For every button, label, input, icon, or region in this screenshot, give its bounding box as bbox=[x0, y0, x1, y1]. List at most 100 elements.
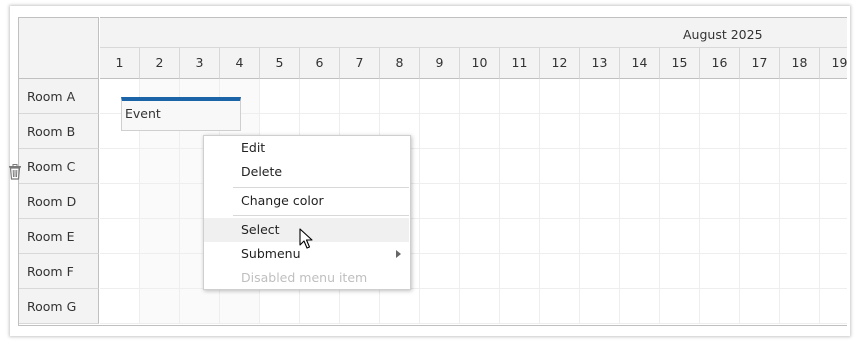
grid-cell[interactable] bbox=[100, 254, 140, 289]
grid-cell[interactable] bbox=[140, 289, 180, 324]
grid-cell[interactable] bbox=[500, 79, 540, 114]
grid-cell[interactable] bbox=[540, 254, 580, 289]
row-header[interactable]: Room G bbox=[19, 289, 99, 324]
grid-cell[interactable] bbox=[460, 149, 500, 184]
grid-cell[interactable] bbox=[740, 114, 780, 149]
grid-cell[interactable] bbox=[780, 114, 820, 149]
grid-cell[interactable] bbox=[500, 114, 540, 149]
grid-cell[interactable] bbox=[380, 289, 420, 324]
grid-cell[interactable] bbox=[620, 79, 660, 114]
grid-cell[interactable] bbox=[260, 79, 300, 114]
grid-cell[interactable] bbox=[700, 79, 740, 114]
grid-cell[interactable] bbox=[500, 219, 540, 254]
grid-cell[interactable] bbox=[660, 219, 700, 254]
grid-cell[interactable] bbox=[380, 79, 420, 114]
grid-cell[interactable] bbox=[820, 114, 847, 149]
grid-cell[interactable] bbox=[740, 289, 780, 324]
grid-cell[interactable] bbox=[420, 114, 460, 149]
grid-cell[interactable] bbox=[580, 79, 620, 114]
grid-cell[interactable] bbox=[700, 289, 740, 324]
grid-cell[interactable] bbox=[540, 149, 580, 184]
row-header[interactable]: Room C bbox=[19, 149, 99, 184]
grid-cell[interactable] bbox=[500, 289, 540, 324]
grid-cell[interactable] bbox=[460, 184, 500, 219]
grid-cell[interactable] bbox=[300, 79, 340, 114]
grid-cell[interactable] bbox=[460, 114, 500, 149]
grid-cell[interactable] bbox=[420, 219, 460, 254]
grid-cell[interactable] bbox=[660, 114, 700, 149]
grid-cell[interactable] bbox=[620, 114, 660, 149]
event-block[interactable]: Event bbox=[121, 97, 241, 131]
grid-cell[interactable] bbox=[820, 254, 847, 289]
grid-cell[interactable] bbox=[780, 79, 820, 114]
grid-cell[interactable] bbox=[500, 254, 540, 289]
row-header[interactable]: Room D bbox=[19, 184, 99, 219]
grid-cell[interactable] bbox=[500, 184, 540, 219]
grid-cell[interactable] bbox=[220, 289, 260, 324]
grid-cell[interactable] bbox=[140, 184, 180, 219]
menu-item-submenu[interactable]: Submenu bbox=[233, 242, 409, 266]
grid-cell[interactable] bbox=[620, 289, 660, 324]
grid-cell[interactable] bbox=[660, 289, 700, 324]
grid-cell[interactable] bbox=[780, 254, 820, 289]
grid-cell[interactable] bbox=[340, 79, 380, 114]
grid-cell[interactable] bbox=[540, 289, 580, 324]
grid-cell[interactable] bbox=[820, 219, 847, 254]
grid-cell[interactable] bbox=[140, 149, 180, 184]
menu-item-edit[interactable]: Edit bbox=[233, 136, 409, 160]
grid-cell[interactable] bbox=[820, 184, 847, 219]
grid-cell[interactable] bbox=[740, 79, 780, 114]
grid-cell[interactable] bbox=[780, 219, 820, 254]
grid-cell[interactable] bbox=[540, 114, 580, 149]
grid-cell[interactable] bbox=[740, 184, 780, 219]
grid-cell[interactable] bbox=[340, 289, 380, 324]
menu-item-change-color[interactable]: Change color bbox=[233, 189, 409, 213]
grid-cell[interactable] bbox=[820, 289, 847, 324]
row-header[interactable]: Room F bbox=[19, 254, 99, 289]
grid-cell[interactable] bbox=[580, 114, 620, 149]
grid-cell[interactable] bbox=[180, 289, 220, 324]
grid-cell[interactable] bbox=[260, 289, 300, 324]
grid-cell[interactable] bbox=[700, 184, 740, 219]
grid-cell[interactable] bbox=[580, 184, 620, 219]
grid-cell[interactable] bbox=[620, 219, 660, 254]
grid-cell[interactable] bbox=[420, 149, 460, 184]
grid-cell[interactable] bbox=[140, 254, 180, 289]
row-header[interactable]: Room E bbox=[19, 219, 99, 254]
row-header[interactable]: Room A bbox=[19, 79, 99, 114]
grid-cell[interactable] bbox=[580, 254, 620, 289]
grid-cell[interactable] bbox=[460, 289, 500, 324]
grid-cell[interactable] bbox=[540, 184, 580, 219]
grid-cell[interactable] bbox=[660, 254, 700, 289]
grid-cell[interactable] bbox=[780, 184, 820, 219]
menu-item-delete[interactable]: Delete bbox=[233, 160, 409, 184]
grid-cell[interactable] bbox=[700, 149, 740, 184]
grid-cell[interactable] bbox=[460, 219, 500, 254]
grid-cell[interactable] bbox=[420, 184, 460, 219]
grid-cell[interactable] bbox=[820, 149, 847, 184]
grid-cell[interactable] bbox=[580, 149, 620, 184]
grid-cell[interactable] bbox=[820, 79, 847, 114]
grid-cell[interactable] bbox=[460, 79, 500, 114]
grid-cell[interactable] bbox=[540, 79, 580, 114]
grid-cell[interactable] bbox=[500, 149, 540, 184]
grid-cell[interactable] bbox=[780, 289, 820, 324]
grid-cell[interactable] bbox=[420, 79, 460, 114]
grid-cell[interactable] bbox=[700, 219, 740, 254]
grid-cell[interactable] bbox=[420, 254, 460, 289]
grid-cell[interactable] bbox=[100, 149, 140, 184]
grid-cell[interactable] bbox=[660, 149, 700, 184]
grid-cell[interactable] bbox=[140, 219, 180, 254]
grid-cell[interactable] bbox=[420, 289, 460, 324]
grid-cell[interactable] bbox=[740, 149, 780, 184]
grid-cell[interactable] bbox=[700, 114, 740, 149]
grid-cell[interactable] bbox=[100, 184, 140, 219]
grid-cell[interactable] bbox=[580, 289, 620, 324]
grid-cell[interactable] bbox=[580, 219, 620, 254]
grid-cell[interactable] bbox=[740, 219, 780, 254]
grid-cell[interactable] bbox=[700, 254, 740, 289]
grid-cell[interactable] bbox=[740, 254, 780, 289]
grid-cell[interactable] bbox=[100, 219, 140, 254]
grid-cell[interactable] bbox=[780, 149, 820, 184]
grid-cell[interactable] bbox=[540, 219, 580, 254]
